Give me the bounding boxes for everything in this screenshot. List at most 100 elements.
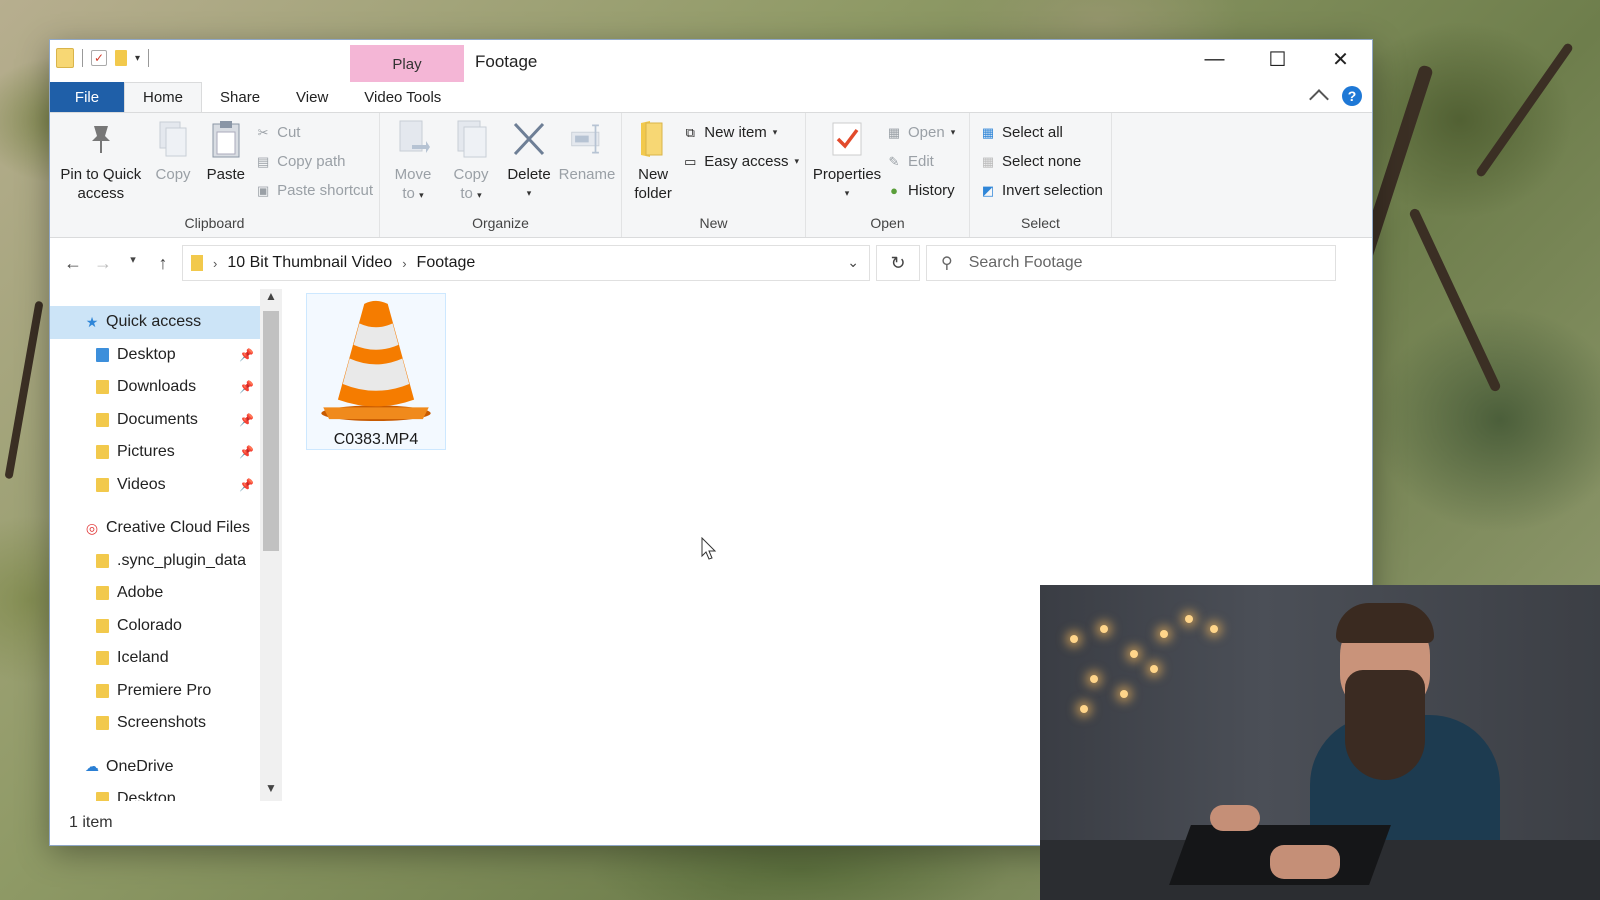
properties-check-icon	[830, 119, 864, 159]
customize-qat-dropdown[interactable]: ▾	[135, 53, 140, 64]
nav-item-onedrive-desktop[interactable]: Desktop	[50, 783, 260, 801]
history-icon: ●	[890, 183, 898, 198]
address-dropdown-icon[interactable]: ⌄	[847, 254, 859, 271]
invert-selection-button[interactable]: ◩ Invert selection	[980, 179, 1103, 202]
tab-home[interactable]: Home	[124, 82, 203, 112]
history-button[interactable]: ● History	[886, 179, 955, 202]
folder-icon	[96, 683, 109, 698]
nav-item-adobe[interactable]: Adobe	[50, 577, 260, 610]
nav-item-sync-plugin-data[interactable]: .sync_plugin_data	[50, 545, 260, 578]
select-none-icon: ▦	[981, 153, 995, 169]
item-count: 1 item	[69, 814, 113, 831]
help-icon[interactable]: ?	[1342, 86, 1362, 106]
nav-pane-scrollbar[interactable]: ▲ ▼	[260, 289, 282, 801]
copy-icon	[156, 119, 190, 159]
easy-access-button[interactable]: ▭ Easy access ▾	[682, 150, 799, 173]
nav-item-desktop[interactable]: Desktop 📌	[50, 339, 260, 372]
videos-folder-icon	[96, 477, 109, 492]
ribbon: Pin to Quick access Copy Paste ✂ Cut ▤ C…	[50, 112, 1372, 238]
star-icon: ★	[85, 313, 99, 330]
folder-icon	[56, 48, 74, 68]
delete-x-icon	[512, 119, 546, 159]
tab-play[interactable]: Play	[350, 45, 464, 82]
nav-item-premiere-pro[interactable]: Premiere Pro	[50, 675, 260, 708]
new-item-button[interactable]: ⧉ New item ▾	[682, 121, 799, 144]
pin-icon: 📌	[239, 477, 254, 492]
refresh-icon[interactable]: ↻	[876, 245, 920, 281]
address-bar[interactable]: › 10 Bit Thumbnail Video › Footage ⌄	[182, 245, 870, 281]
paste-shortcut-button[interactable]: ▣ Paste shortcut	[255, 179, 373, 202]
folder-icon	[96, 716, 109, 731]
select-all-button[interactable]: ▦ Select all	[980, 121, 1103, 144]
tab-video-tools[interactable]: Video Tools	[346, 82, 459, 112]
paste-icon	[209, 119, 243, 159]
pin-icon	[84, 119, 118, 159]
move-to-icon	[396, 119, 430, 159]
mouse-cursor-icon	[701, 537, 717, 560]
open-icon: ▦	[887, 124, 901, 140]
clipboard-group-label: Clipboard	[184, 215, 245, 231]
new-group-label: New	[699, 215, 728, 231]
nav-item-videos[interactable]: Videos 📌	[50, 469, 260, 502]
breadcrumb-10-bit-thumbnail-video[interactable]: 10 Bit Thumbnail Video	[227, 254, 392, 272]
downloads-folder-icon	[96, 380, 109, 395]
quick-access-toolbar: ✓ ▾	[56, 48, 150, 68]
select-none-button[interactable]: ▦ Select none	[980, 150, 1103, 173]
nav-item-iceland[interactable]: Iceland	[50, 642, 260, 675]
new-group: New folder ⧉ New item ▾ ▭ Easy access ▾ …	[622, 113, 806, 237]
file-item[interactable]: C0383.MP4	[306, 293, 446, 450]
recent-locations-dropdown[interactable]: ▾	[118, 253, 148, 274]
file-name: C0383.MP4	[333, 431, 419, 448]
nav-item-documents[interactable]: Documents 📌	[50, 404, 260, 437]
organize-group: Move to ▾ Copy to ▾ Delete ▾ Rename Orga…	[380, 113, 622, 237]
copy-path-button[interactable]: ▤ Copy path	[255, 150, 373, 173]
up-arrow-icon[interactable]: ↑	[148, 253, 178, 274]
new-folder-qat-icon[interactable]	[115, 50, 127, 66]
organize-group-label: Organize	[472, 215, 529, 231]
open-group: Properties ▾ ▦ Open ▾ ✎ Edit ● History O…	[806, 113, 970, 237]
tab-share[interactable]: Share	[202, 82, 278, 112]
edit-button[interactable]: ✎ Edit	[886, 150, 955, 173]
pin-icon: 📌	[239, 412, 254, 427]
scroll-up-icon[interactable]: ▲	[260, 289, 282, 309]
folder-icon	[96, 553, 109, 568]
cut-button[interactable]: ✂ Cut	[255, 121, 373, 144]
webcam-overlay	[1040, 585, 1600, 900]
close-button[interactable]: ✕	[1309, 40, 1372, 78]
cloud-icon: ☁	[85, 758, 99, 775]
desktop-folder-icon	[96, 347, 109, 362]
folder-icon	[191, 255, 203, 271]
window-title: Footage	[475, 52, 538, 71]
back-arrow-icon[interactable]: ←	[58, 253, 88, 274]
scroll-thumb[interactable]	[263, 311, 279, 551]
nav-item-colorado[interactable]: Colorado	[50, 610, 260, 643]
maximize-button[interactable]: ☐	[1246, 40, 1309, 78]
nav-creative-cloud-files[interactable]: ◎ Creative Cloud Files	[50, 512, 260, 545]
nav-onedrive[interactable]: ☁ OneDrive	[50, 751, 260, 784]
ribbon-tabs: File Home Share View Video Tools ?	[50, 82, 1372, 112]
folder-icon	[96, 618, 109, 633]
folder-icon	[96, 586, 109, 601]
nav-item-pictures[interactable]: Pictures 📌	[50, 436, 260, 469]
select-all-icon: ▦	[981, 124, 995, 140]
navigation-pane: ★ Quick access Desktop 📌 Downloads 📌 Doc…	[50, 289, 260, 801]
tab-view[interactable]: View	[278, 82, 346, 112]
title-bar: ✓ ▾ Play Footage — ☐ ✕	[50, 40, 1372, 82]
search-input[interactable]: ⚲ Search Footage	[926, 245, 1336, 281]
scroll-down-icon[interactable]: ▼	[260, 781, 282, 801]
string-lights	[1060, 595, 1260, 735]
collapse-ribbon-icon[interactable]	[1309, 89, 1329, 109]
tab-file[interactable]: File	[50, 82, 124, 112]
new-folder-icon	[636, 119, 670, 159]
folder-icon	[96, 792, 109, 801]
nav-item-downloads[interactable]: Downloads 📌	[50, 371, 260, 404]
breadcrumb-footage[interactable]: Footage	[417, 254, 476, 272]
minimize-button[interactable]: —	[1183, 40, 1246, 78]
properties-qat-icon[interactable]: ✓	[91, 50, 107, 66]
scissors-icon: ✂	[257, 124, 269, 140]
nav-quick-access[interactable]: ★ Quick access	[50, 306, 260, 339]
open-button[interactable]: ▦ Open ▾	[886, 121, 955, 144]
forward-arrow-icon[interactable]: →	[88, 253, 118, 274]
nav-item-screenshots[interactable]: Screenshots	[50, 707, 260, 740]
documents-folder-icon	[96, 412, 109, 427]
